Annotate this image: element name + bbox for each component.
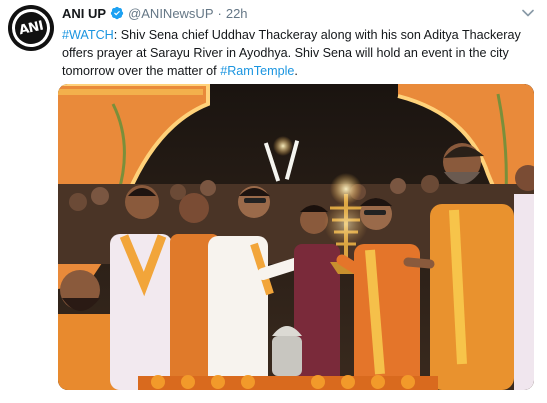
avatar[interactable]: ANI (8, 5, 54, 51)
tweet-text-part-2: . (294, 64, 298, 78)
author-name[interactable]: ANI UP (62, 6, 106, 21)
separator-dot: · (217, 5, 222, 21)
tweet-text: #WATCH: Shiv Sena chief Uddhav Thackeray… (62, 26, 540, 80)
chevron-down-icon[interactable] (521, 6, 535, 20)
tweet-header: ANI UP @ANINewsUP · 22h (62, 5, 248, 21)
ani-logo-ring: ANI (8, 5, 54, 51)
author-handle[interactable]: @ANINewsUP (128, 6, 213, 21)
avatar-logo-text: ANI (17, 18, 45, 38)
tweet-card: ANI ANI UP @ANINewsUP · 22h #WATCH: Shiv… (0, 0, 547, 403)
hashtag-watch[interactable]: #WATCH (62, 28, 114, 42)
timestamp[interactable]: 22h (226, 6, 248, 21)
hashtag-ramtemple[interactable]: #RamTemple (220, 64, 294, 78)
tweet-photo[interactable] (58, 84, 534, 390)
prayer-ceremony-photo (58, 84, 534, 390)
verified-badge-icon (110, 6, 124, 20)
